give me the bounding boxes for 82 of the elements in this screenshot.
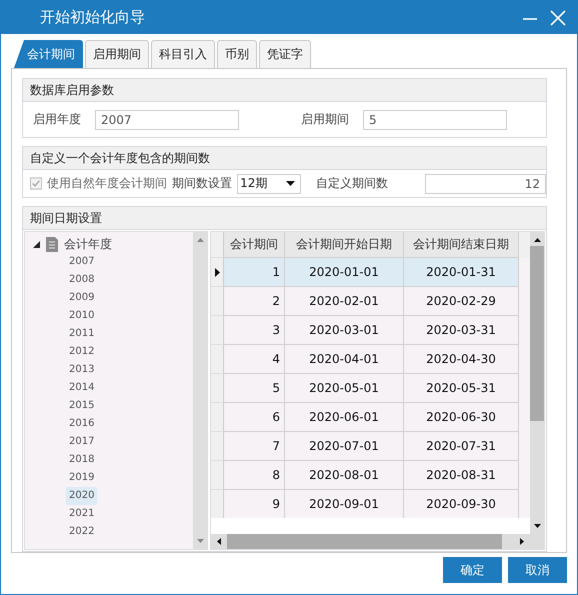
- dropdown[interactable]: 12期: [237, 174, 301, 194]
- tree-item[interactable]: 2014: [66, 379, 98, 397]
- field-label: 启用年度: [33, 111, 81, 128]
- table-cell: 2020-08-01: [285, 461, 404, 490]
- tree-item[interactable]: 2019: [66, 469, 98, 487]
- tree-item[interactable]: 2017: [66, 433, 98, 451]
- table-cell: 2020-02-29: [404, 287, 519, 316]
- scrollbar[interactable]: [530, 232, 544, 534]
- table-cell: 2020-07-01: [285, 432, 404, 461]
- table-cell: 8: [224, 461, 285, 490]
- scroll-thumb[interactable]: [227, 534, 502, 549]
- tab[interactable]: 科目引入: [151, 40, 215, 68]
- table-cell: 2020-08-31: [404, 461, 519, 490]
- table-cell: 2020-04-01: [285, 345, 404, 374]
- checkbox-label: 使用自然年度会计期间: [47, 175, 168, 192]
- table-cell: 7: [224, 432, 285, 461]
- close-icon[interactable]: [549, 8, 567, 26]
- tree-item[interactable]: 2010: [66, 307, 98, 325]
- dialog-button[interactable]: 取消: [508, 557, 567, 583]
- column-header[interactable]: 会计期间: [224, 232, 285, 258]
- tree-item[interactable]: 2009: [66, 289, 98, 307]
- tab[interactable]: 币别: [217, 40, 257, 68]
- table-cell: 4: [224, 345, 285, 374]
- tab[interactable]: 会计期间: [14, 40, 83, 68]
- scroll-up-icon[interactable]: [534, 238, 540, 242]
- caret-icon: [286, 181, 295, 186]
- column-header[interactable]: 会计期间开始日期: [285, 232, 404, 258]
- group-title: 自定义一个会计年度包含的期间数: [30, 150, 210, 166]
- table-cell: 3: [224, 316, 285, 345]
- corner-header: [211, 232, 224, 258]
- tree-item[interactable]: 会计年度: [64, 236, 112, 252]
- input-field[interactable]: 5: [363, 110, 507, 130]
- field-label: 启用期间: [301, 111, 349, 128]
- tree-item[interactable]: 2013: [66, 361, 98, 379]
- tree-item[interactable]: 2021: [66, 505, 98, 523]
- table-cell: 2020-09-01: [285, 490, 404, 518]
- scroll-thumb[interactable]: [530, 246, 544, 421]
- table-cell: 2020-01-01: [285, 258, 404, 287]
- table-cell: 2020-03-01: [285, 316, 404, 345]
- group-title: 期间日期设置: [30, 210, 102, 226]
- scroll-down-icon[interactable]: [534, 524, 540, 528]
- field-label: 自定义期间数: [316, 175, 388, 192]
- tree-item[interactable]: 2016: [66, 415, 98, 433]
- scrollbar[interactable]: [211, 534, 544, 549]
- table-cell: 2020-01-31: [404, 258, 519, 287]
- table-cell: 2020-06-01: [285, 403, 404, 432]
- tab[interactable]: 启用期间: [85, 40, 149, 68]
- document-icon: [46, 236, 58, 252]
- table-cell: 2: [224, 287, 285, 316]
- input-field[interactable]: 2007: [95, 110, 239, 130]
- input-field[interactable]: 12: [425, 174, 546, 194]
- tree-item[interactable]: 2018: [66, 451, 98, 469]
- group-title: 数据库启用参数: [30, 82, 114, 98]
- table-cell: 2020-03-31: [404, 316, 519, 345]
- table-cell: 2020-02-01: [285, 287, 404, 316]
- table-cell: 2020-05-31: [404, 374, 519, 403]
- table-cell: 2020-05-01: [285, 374, 404, 403]
- table-cell: 6: [224, 403, 285, 432]
- expander-icon[interactable]: [33, 240, 40, 248]
- row-header[interactable]: [211, 258, 224, 287]
- scroll-right-icon[interactable]: [520, 538, 524, 545]
- table-cell: 5: [224, 374, 285, 403]
- table-cell: 2020-04-30: [404, 345, 519, 374]
- table-cell: 1: [224, 258, 285, 287]
- field-label: 期间数设置: [172, 175, 232, 192]
- table-cell: 2020-09-30: [404, 490, 519, 518]
- dialog-button[interactable]: 确定: [443, 557, 502, 583]
- tree-item[interactable]: 2020: [66, 487, 98, 505]
- tree-item[interactable]: 2015: [66, 397, 98, 415]
- tree-item[interactable]: 2012: [66, 343, 98, 361]
- table-cell: 2020-07-31: [404, 432, 519, 461]
- scroll-left-icon[interactable]: [217, 538, 221, 545]
- column-header[interactable]: 会计期间结束日期: [404, 232, 519, 258]
- current-row-icon: [214, 268, 220, 276]
- tree-item[interactable]: 2008: [66, 271, 98, 289]
- tree-item[interactable]: 2022: [66, 523, 98, 537]
- tree-item[interactable]: 2011: [66, 325, 98, 343]
- tree-item[interactable]: 2007: [66, 253, 98, 271]
- table-cell: 2020-06-30: [404, 403, 519, 432]
- table-cell: 9: [224, 490, 285, 518]
- tab[interactable]: 凭证字: [259, 40, 311, 68]
- window-title: 开始初始化向导: [40, 8, 146, 27]
